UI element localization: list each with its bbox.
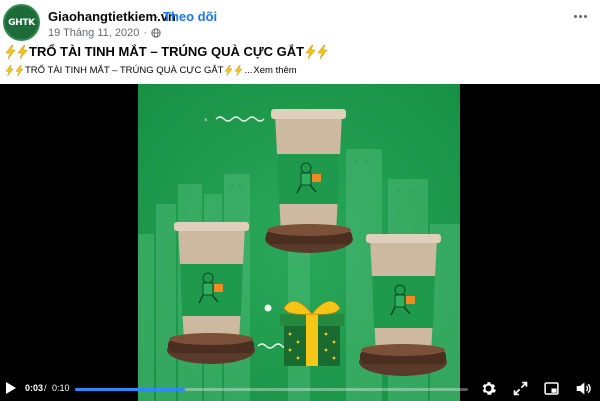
time-separator: / [44, 383, 47, 393]
follow-button[interactable]: Theo dõi [163, 9, 217, 24]
video-player[interactable]: × 0:03 / 0:10 [0, 84, 600, 401]
name-separator: · [155, 9, 160, 24]
lightning-bolt-icon [5, 65, 14, 76]
more-dot [578, 14, 582, 18]
video-scene-illustration: × [138, 84, 460, 401]
picture-in-picture-icon[interactable] [543, 380, 560, 397]
more-horizontal-icon [573, 14, 577, 18]
progress-bar[interactable] [75, 388, 468, 391]
svg-text:×: × [204, 118, 208, 124]
post-body-text: TRỔ TÀI TINH MẮT – TRÚNG QUÀ CỰC GẮT [25, 65, 224, 76]
lightning-bolt-icon [5, 44, 16, 59]
body-ellipsis: ... [244, 65, 253, 76]
fullscreen-expand-icon[interactable] [512, 380, 529, 397]
current-time: 0:03 [25, 383, 44, 393]
post-date[interactable]: 19 Tháng 11, 2020 [48, 27, 139, 39]
gear-icon[interactable] [480, 380, 497, 397]
play-icon[interactable] [4, 381, 18, 395]
video-controls: 0:03 / 0:10 [0, 376, 600, 401]
more-options-button[interactable] [568, 6, 592, 26]
lightning-bolt-icon [225, 65, 233, 76]
see-more-link[interactable]: Xem thêm [253, 65, 296, 76]
post-header: GHTK ® Giaohangtietkiem.vn · Theo dõi 19… [0, 0, 600, 84]
volume-icon[interactable] [575, 380, 592, 397]
avatar-registered-mark: ® [28, 19, 31, 24]
post-body-preview: TRỔ TÀI TINH MẮT – TRÚNG QUÀ CỰC GẮT ...… [5, 65, 297, 76]
lightning-bolt-icon [17, 44, 28, 59]
progress-fill [75, 388, 186, 391]
page-avatar[interactable]: GHTK ® [3, 4, 40, 41]
lightning-bolt-icon [235, 65, 243, 76]
video-frame[interactable]: × [138, 84, 460, 401]
lightning-bolt-icon [15, 65, 24, 76]
more-dot [583, 14, 587, 18]
post-title: TRỔ TÀI TINH MẮT – TRÚNG QUÀ CỰC GẮT [5, 44, 328, 59]
total-time: 0:10 [52, 383, 70, 393]
lightning-bolt-icon [317, 44, 328, 59]
date-separator: · [143, 27, 148, 39]
post-meta: 19 Tháng 11, 2020 · [48, 27, 161, 39]
globe-icon [151, 28, 161, 38]
post-title-text: TRỔ TÀI TINH MẮT – TRÚNG QUÀ CỰC GẮT [29, 44, 305, 59]
lightning-bolt-icon [305, 44, 316, 59]
